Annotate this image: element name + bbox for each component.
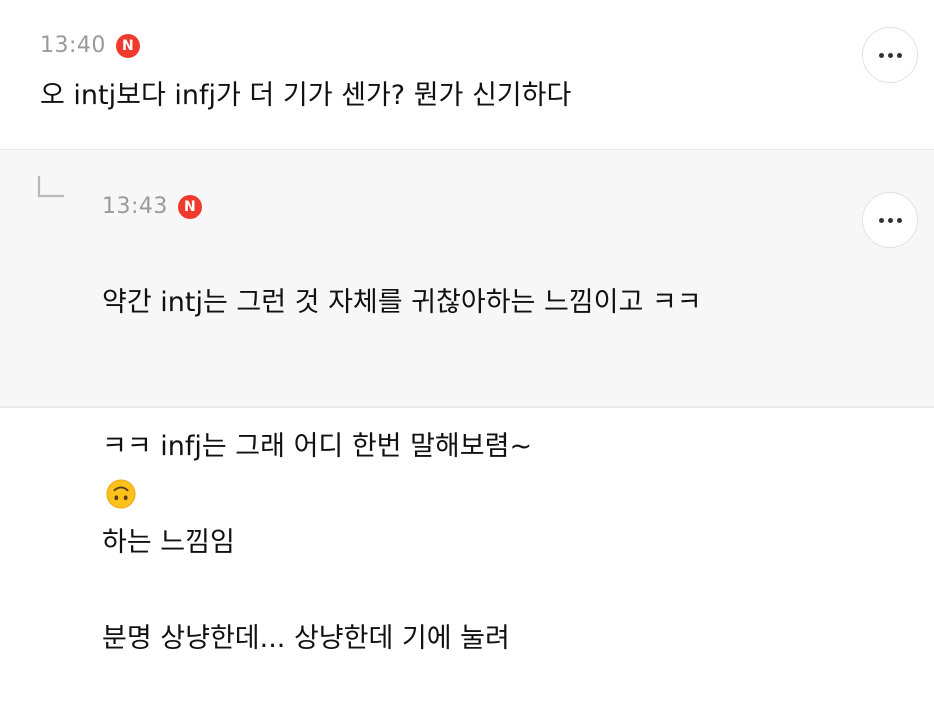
new-badge: N [177, 195, 202, 219]
reply-text-line: ㅋㅋ infj는 그래 어디 한번 말해보렴~ 하는 느낌임 [102, 375, 862, 567]
comment-item: 13:40 N 오 intj보다 infj가 더 기가 센가? 뭔가 신기하다 [0, 0, 934, 150]
reply-text-segment: 하는 느낌임 [102, 527, 235, 558]
more-horizontal-icon [878, 52, 902, 58]
reply-text-line: 약간 intj는 그런 것 자체를 귀찮아하는 느낌이고 ㅋㅋ [102, 287, 702, 318]
comment-meta: 13:40 N [40, 34, 140, 58]
more-options-button[interactable] [862, 27, 918, 83]
new-badge: N [115, 34, 140, 58]
reply-arrow-icon [37, 176, 64, 198]
upside-down-face-emoji [106, 479, 136, 509]
reply-text-segment: ㅋㅋ infj는 그래 어디 한번 말해보렴~ [102, 431, 533, 462]
reply-time: 13:43 [102, 194, 168, 219]
next-comment-area [0, 408, 934, 421]
reply-meta: 13:43 N [102, 195, 202, 219]
comment-text: 오 intj보다 infj가 더 기가 센가? 뭔가 신기하다 [40, 80, 572, 111]
more-options-button[interactable] [862, 192, 918, 248]
reply-text-line: 분명 상냥한데... 상냥한데 기에 눌려 [102, 623, 510, 654]
more-horizontal-icon [878, 217, 902, 223]
comment-time: 13:40 [40, 33, 106, 58]
reply-text: 약간 intj는 그런 것 자체를 귀찮아하는 느낌이고 ㅋㅋ ㅋㅋ infj는… [102, 231, 862, 711]
